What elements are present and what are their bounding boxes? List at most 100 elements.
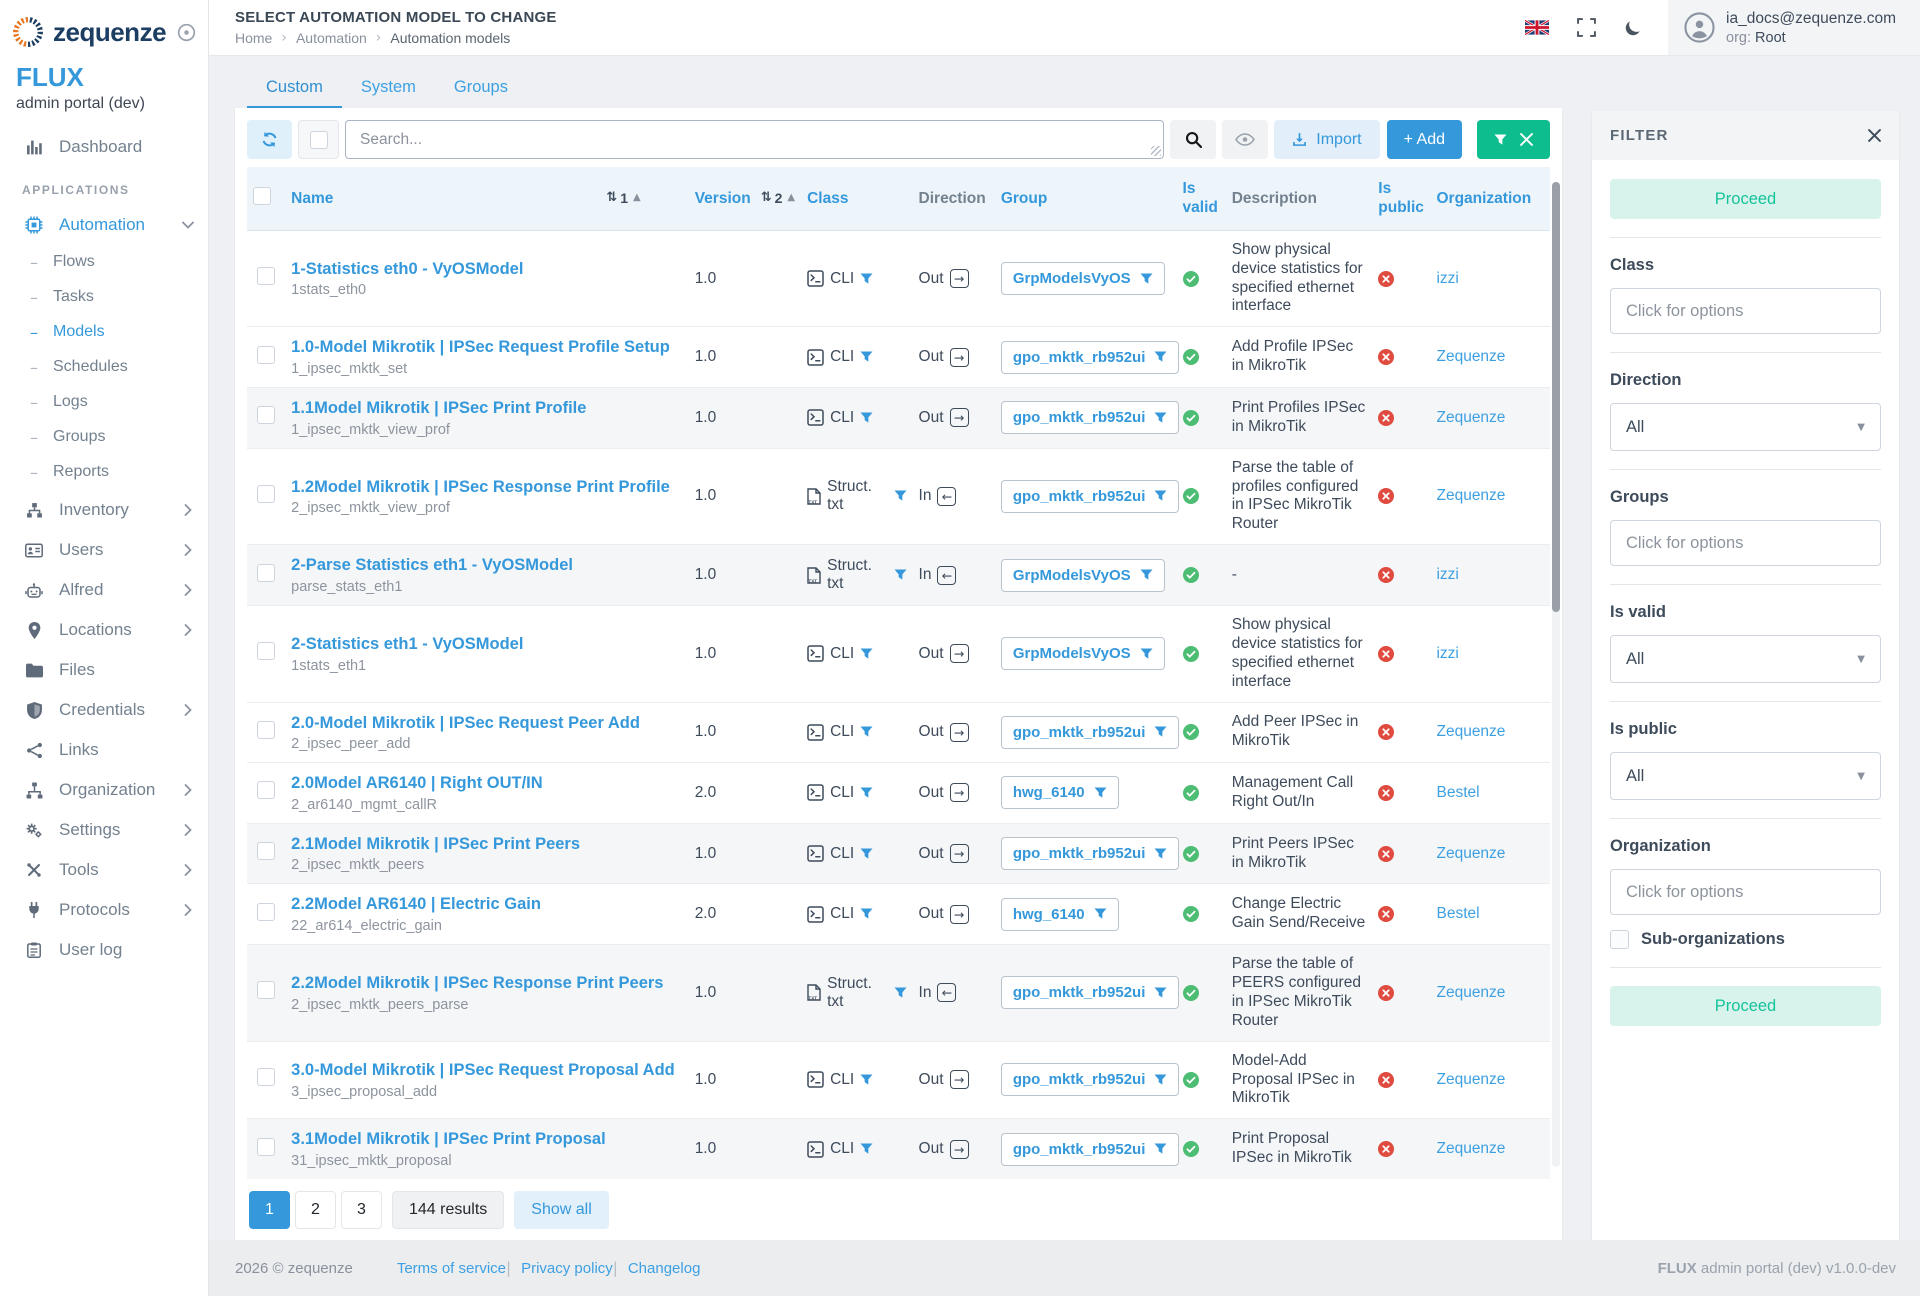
class-filter-funnel-icon[interactable] [860, 1074, 873, 1086]
filter-select[interactable]: All▼ [1610, 635, 1881, 683]
search-input[interactable] [345, 120, 1164, 159]
group-pill[interactable]: gpo_mktk_rb952ui [1001, 480, 1180, 513]
class-filter-funnel-icon[interactable] [860, 351, 873, 363]
tab-custom[interactable]: Custom [247, 70, 342, 108]
class-filter-funnel-icon[interactable] [860, 787, 873, 799]
organization-link[interactable]: Bestel [1436, 905, 1479, 922]
column-header-class[interactable]: Class [801, 167, 912, 230]
group-pill[interactable]: GrpModelsVyOS [1001, 262, 1165, 295]
class-filter-funnel-icon[interactable] [894, 569, 907, 581]
group-pill[interactable]: hwg_6140 [1001, 898, 1119, 931]
sidebar-item-logs[interactable]: –Logs [0, 385, 208, 420]
model-name-link[interactable]: 2.2Model AR6140 | Electric Gain [291, 895, 541, 913]
group-pill[interactable]: gpo_mktk_rb952ui [1001, 341, 1180, 374]
row-checkbox[interactable] [257, 842, 275, 860]
model-name-link[interactable]: 2-Statistics eth1 - VyOSModel [291, 635, 523, 653]
organization-link[interactable]: izzi [1436, 566, 1458, 583]
filter-options-input[interactable] [1610, 869, 1881, 915]
model-name-link[interactable]: 1.1Model Mikrotik | IPSec Print Profile [291, 399, 586, 417]
group-filter-funnel-icon[interactable] [1154, 412, 1167, 424]
tab-system[interactable]: System [342, 70, 435, 108]
tab-groups[interactable]: Groups [435, 70, 527, 108]
scrollbar-thumb[interactable] [1552, 182, 1560, 612]
select-all-rows-checkbox[interactable] [253, 187, 271, 205]
class-filter-funnel-icon[interactable] [860, 1143, 873, 1155]
sub-organizations-checkbox[interactable]: Sub-organizations [1610, 930, 1881, 949]
class-filter-funnel-icon[interactable] [860, 908, 873, 920]
model-name-link[interactable]: 1.0-Model Mikrotik | IPSec Request Profi… [291, 338, 670, 356]
sidebar-item-tools[interactable]: Tools [0, 850, 208, 890]
class-filter-funnel-icon[interactable] [860, 648, 873, 660]
language-flag-uk-icon[interactable] [1511, 20, 1563, 35]
class-filter-funnel-icon[interactable] [860, 273, 873, 285]
row-checkbox[interactable] [257, 1138, 275, 1156]
class-filter-funnel-icon[interactable] [860, 848, 873, 860]
class-filter-funnel-icon[interactable] [860, 412, 873, 424]
filter-close-icon[interactable] [1868, 129, 1881, 142]
sidebar-item-reports[interactable]: –Reports [0, 455, 208, 490]
model-name-link[interactable]: 1.2Model Mikrotik | IPSec Response Print… [291, 478, 670, 496]
resize-grip-icon[interactable] [1151, 146, 1161, 156]
row-checkbox[interactable] [257, 346, 275, 364]
sidebar-item-groups[interactable]: –Groups [0, 420, 208, 455]
row-checkbox[interactable] [257, 1068, 275, 1086]
sort-control[interactable]: ⇅1▲ [606, 190, 640, 208]
proceed-button-bottom[interactable]: Proceed [1610, 986, 1881, 1026]
group-pill[interactable]: hwg_6140 [1001, 776, 1119, 809]
class-filter-funnel-icon[interactable] [894, 987, 907, 999]
refresh-button[interactable] [247, 120, 292, 159]
group-filter-funnel-icon[interactable] [1154, 987, 1167, 999]
filter-toggle-button[interactable] [1477, 120, 1550, 159]
class-filter-funnel-icon[interactable] [894, 490, 907, 502]
group-filter-funnel-icon[interactable] [1140, 569, 1153, 581]
row-checkbox[interactable] [257, 781, 275, 799]
select-all-checkbox[interactable] [298, 120, 339, 159]
group-pill[interactable]: gpo_mktk_rb952ui [1001, 1063, 1180, 1096]
class-filter-funnel-icon[interactable] [860, 726, 873, 738]
fullscreen-icon[interactable] [1563, 18, 1610, 37]
page-2-button[interactable]: 2 [295, 1191, 336, 1229]
model-name-link[interactable]: 3.1Model Mikrotik | IPSec Print Proposal [291, 1130, 606, 1148]
column-header-organization[interactable]: Organization [1430, 167, 1550, 230]
import-button[interactable]: Import [1274, 120, 1379, 159]
add-button[interactable]: + Add [1387, 120, 1462, 159]
group-pill[interactable]: gpo_mktk_rb952ui [1001, 1133, 1180, 1166]
group-pill[interactable]: GrpModelsVyOS [1001, 637, 1165, 670]
footer-link[interactable]: Changelog [628, 1260, 701, 1277]
group-filter-funnel-icon[interactable] [1140, 648, 1153, 660]
column-header-group[interactable]: Group [995, 167, 1177, 230]
column-header-version[interactable]: Version⇅2▲ [689, 167, 801, 230]
organization-link[interactable]: Zequenze [1436, 1140, 1505, 1157]
proceed-button-top[interactable]: Proceed [1610, 179, 1881, 219]
model-name-link[interactable]: 3.0-Model Mikrotik | IPSec Request Propo… [291, 1061, 675, 1079]
group-pill[interactable]: gpo_mktk_rb952ui [1001, 976, 1180, 1009]
group-filter-funnel-icon[interactable] [1154, 490, 1167, 502]
sidebar-item-organization[interactable]: Organization [0, 770, 208, 810]
row-checkbox[interactable] [257, 721, 275, 739]
sidebar-item-flows[interactable]: –Flows [0, 245, 208, 280]
organization-link[interactable]: Zequenze [1436, 348, 1505, 365]
row-checkbox[interactable] [257, 485, 275, 503]
search-button[interactable] [1170, 120, 1216, 159]
column-header-name[interactable]: Name⇅1▲ [285, 167, 689, 230]
filter-select[interactable]: All▼ [1610, 403, 1881, 451]
organization-link[interactable]: izzi [1436, 645, 1458, 662]
sidebar-item-schedules[interactable]: –Schedules [0, 350, 208, 385]
page-3-button[interactable]: 3 [341, 1191, 382, 1229]
organization-link[interactable]: Zequenze [1436, 845, 1505, 862]
row-checkbox[interactable] [257, 903, 275, 921]
sidebar-item-protocols[interactable]: Protocols [0, 890, 208, 930]
group-pill[interactable]: gpo_mktk_rb952ui [1001, 401, 1180, 434]
dark-mode-moon-icon[interactable] [1610, 19, 1656, 37]
group-filter-funnel-icon[interactable] [1154, 351, 1167, 363]
sidebar-item-dashboard[interactable]: Dashboard [0, 127, 208, 167]
row-checkbox[interactable] [257, 981, 275, 999]
model-name-link[interactable]: 2.2Model Mikrotik | IPSec Response Print… [291, 974, 663, 992]
model-name-link[interactable]: 2.0Model AR6140 | Right OUT/IN [291, 774, 543, 792]
organization-link[interactable]: Zequenze [1436, 409, 1505, 426]
page-1-button[interactable]: 1 [249, 1191, 290, 1229]
column-header-is-public[interactable]: Is public [1372, 167, 1430, 230]
filter-options-input[interactable] [1610, 288, 1881, 334]
group-pill[interactable]: gpo_mktk_rb952ui [1001, 837, 1180, 870]
filter-options-input[interactable] [1610, 520, 1881, 566]
